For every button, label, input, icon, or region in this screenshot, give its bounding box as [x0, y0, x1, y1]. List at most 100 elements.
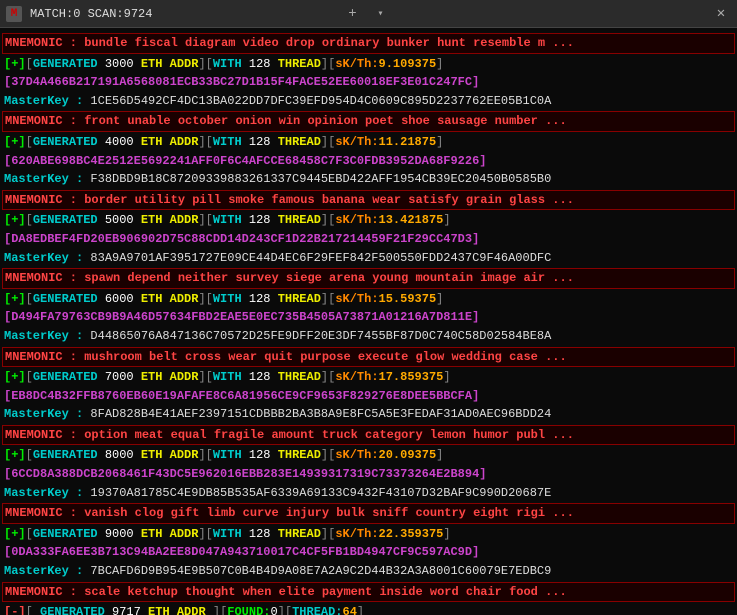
terminal-line: MNEMONIC : spawn depend neither survey s…: [2, 268, 735, 289]
terminal-line: MasterKey : 83A9A9701AF3951727E09CE44D4E…: [2, 249, 735, 268]
generated-label: GENERATED: [33, 213, 98, 227]
terminal-line: MasterKey : 19370A81785C4E9DB85B535AF633…: [2, 484, 735, 503]
masterkey-label: MasterKey :: [4, 564, 90, 578]
threads: 128: [249, 292, 278, 306]
terminal-line: [620ABE698BC4E2512E5692241AFF0F6C4AFCCE6…: [2, 152, 735, 171]
amount: 4000: [98, 135, 141, 149]
thread-label: THREAD: [278, 370, 321, 384]
terminal-line: MasterKey : 8FAD828B4E41AEF2397151CDBBB2…: [2, 405, 735, 424]
threads: 128: [249, 213, 278, 227]
masterkey-label: MasterKey :: [4, 329, 90, 343]
masterkey-value: F38DBD9B18C87209339883261337C9445EBD422A…: [90, 172, 551, 186]
close-button[interactable]: ✕: [711, 4, 731, 24]
mnemonic-keyword: MNEMONIC : vanish clog gift limb curve i…: [5, 506, 574, 520]
threads: 128: [249, 57, 278, 71]
thread-label: THREAD: [278, 57, 321, 71]
unit: ETH ADDR: [141, 57, 199, 71]
skth-label: sK/Th:: [335, 57, 378, 71]
hash-value: [37D4A466B217191A6568081ECB33BC27D1B15F4…: [4, 75, 479, 89]
plus-bracket: [+]: [4, 370, 26, 384]
terminal-line: [+][GENERATED 5000 ETH ADDR][WITH 128 TH…: [2, 211, 735, 230]
with-label: WITH: [213, 527, 249, 541]
thread-label: THREAD: [278, 448, 321, 462]
bottom-generated: GENERATED: [40, 605, 105, 615]
skth-value: 20.09375: [379, 448, 437, 462]
mnemonic-keyword: MNEMONIC : mushroom belt cross wear quit…: [5, 350, 567, 364]
threads: 128: [249, 135, 278, 149]
generated-label: GENERATED: [33, 135, 98, 149]
title-bar: M MATCH:0 SCAN:9724 + ▾ ✕: [0, 0, 737, 28]
masterkey-value: 19370A81785C4E9DB85B535AF6339A69133C9432…: [90, 486, 551, 500]
thread-label: THREAD: [278, 213, 321, 227]
masterkey-label: MasterKey :: [4, 94, 90, 108]
generated-label: GENERATED: [33, 292, 98, 306]
thread-label: THREAD: [278, 135, 321, 149]
bottom-unit: ETH ADDR: [148, 605, 206, 615]
terminal-line: [DA8EDBEF4FD20EB906902D75C88CDD14D243CF1…: [2, 230, 735, 249]
masterkey-value: D44865076A847136C70572D25FE9DFF20E3DF745…: [90, 329, 551, 343]
app-icon: M: [6, 6, 22, 22]
unit: ETH ADDR: [141, 370, 199, 384]
terminal-line: MNEMONIC : front unable october onion wi…: [2, 111, 735, 132]
terminal-line: MNEMONIC : bundle fiscal diagram video d…: [2, 33, 735, 54]
terminal-line: [6CCD8A388DCB2068461F43DC5E962016EBB283E…: [2, 465, 735, 484]
terminal-line: [+][GENERATED 8000 ETH ADDR][WITH 128 TH…: [2, 446, 735, 465]
terminal-line: [+][GENERATED 3000 ETH ADDR][WITH 128 TH…: [2, 55, 735, 74]
masterkey-value: 83A9A9701AF3951727E09CE44D4EC6F29FEF842F…: [90, 251, 551, 265]
amount: 3000: [98, 57, 141, 71]
masterkey-label: MasterKey :: [4, 407, 90, 421]
skth-value: 17.859375: [379, 370, 444, 384]
terminal-line: [+][GENERATED 9000 ETH ADDR][WITH 128 TH…: [2, 525, 735, 544]
with-label: WITH: [213, 448, 249, 462]
hash-value: [D494FA79763CB9B9A46D57634FBD2EAE5E0EC73…: [4, 310, 479, 324]
terminal-line: [+][GENERATED 4000 ETH ADDR][WITH 128 TH…: [2, 133, 735, 152]
skth-value: 13.421875: [379, 213, 444, 227]
mnemonic-keyword: MNEMONIC : scale ketchup thought when el…: [5, 585, 567, 599]
bottom-thread-label: THREAD:: [292, 605, 342, 615]
bottom-found-value: 0: [270, 605, 277, 615]
generated-label: GENERATED: [33, 527, 98, 541]
terminal-line: [D494FA79763CB9B9A46D57634FBD2EAE5E0EC73…: [2, 308, 735, 327]
amount: 8000: [98, 448, 141, 462]
plus-bracket: [+]: [4, 57, 26, 71]
unit: ETH ADDR: [141, 527, 199, 541]
terminal-line: [+][GENERATED 7000 ETH ADDR][WITH 128 TH…: [2, 368, 735, 387]
terminal-line: MasterKey : 1CE56D5492CF4DC13BA022DD7DFC…: [2, 92, 735, 111]
terminal-line: MNEMONIC : scale ketchup thought when el…: [2, 582, 735, 603]
skth-value: 15.59375: [379, 292, 437, 306]
amount: 5000: [98, 213, 141, 227]
masterkey-value: 7BCAFD6D9B954E9B507C0B4B4D9A08E7A2A9C2D4…: [90, 564, 551, 578]
skth-label: sK/Th:: [335, 370, 378, 384]
mnemonic-keyword: MNEMONIC : spawn depend neither survey s…: [5, 271, 574, 285]
amount: 7000: [98, 370, 141, 384]
plus-bracket: [+]: [4, 135, 26, 149]
masterkey-label: MasterKey :: [4, 486, 90, 500]
with-label: WITH: [213, 57, 249, 71]
skth-value: 9.109375: [379, 57, 437, 71]
masterkey-value: 8FAD828B4E41AEF2397151CDBBB2BA3B8A9E8FC5…: [90, 407, 551, 421]
title-bar-text: MATCH:0 SCAN:9724: [30, 7, 335, 21]
bottom-found-label: FOUND:: [227, 605, 270, 615]
with-label: WITH: [213, 213, 249, 227]
hash-value: [6CCD8A388DCB2068461F43DC5E962016EBB283E…: [4, 467, 486, 481]
dropdown-button[interactable]: ▾: [371, 4, 391, 24]
skth-value: 11.21875: [379, 135, 437, 149]
masterkey-label: MasterKey :: [4, 172, 90, 186]
hash-value: [DA8EDBEF4FD20EB906902D75C88CDD14D243CF1…: [4, 232, 479, 246]
skth-label: sK/Th:: [335, 213, 378, 227]
skth-label: sK/Th:: [335, 135, 378, 149]
skth-label: sK/Th:: [335, 292, 378, 306]
unit: ETH ADDR: [141, 213, 199, 227]
masterkey-value: 1CE56D5492CF4DC13BA022DD7DFC39EFD954D4C0…: [90, 94, 551, 108]
threads: 128: [249, 448, 278, 462]
hash-value: [0DA333FA6EE3B713C94BA2EE8D047A943710017…: [4, 545, 479, 559]
unit: ETH ADDR: [141, 135, 199, 149]
bottom-thread-value: 64: [343, 605, 357, 615]
terminal-line: MNEMONIC : border utility pill smoke fam…: [2, 190, 735, 211]
new-tab-button[interactable]: +: [343, 4, 363, 24]
mnemonic-keyword: MNEMONIC : bundle fiscal diagram video d…: [5, 36, 574, 50]
plus-bracket: [+]: [4, 292, 26, 306]
amount: 9000: [98, 527, 141, 541]
generated-label: GENERATED: [33, 370, 98, 384]
mnemonic-keyword: MNEMONIC : option meat equal fragile amo…: [5, 428, 574, 442]
